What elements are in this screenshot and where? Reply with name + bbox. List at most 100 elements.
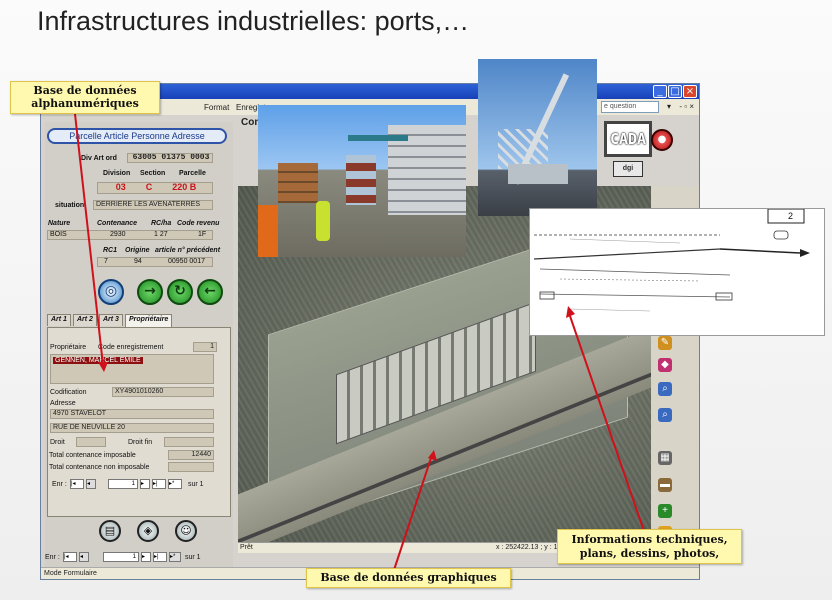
adresse-label: Adresse: [50, 400, 76, 407]
rc1-value: 7: [104, 258, 108, 265]
prev-record-button[interactable]: ◂: [86, 479, 96, 489]
pret-status: Prêt: [240, 544, 253, 551]
parcelle-label: Parcelle: [179, 170, 206, 177]
division-label: Division: [103, 170, 131, 177]
record-number-field[interactable]: 1: [108, 479, 138, 489]
owner-name[interactable]: GENNEN, MARCEL EMILE: [53, 357, 143, 364]
origine-label: Origine: [125, 247, 150, 254]
plan-sheet-number: 2: [788, 211, 794, 221]
first-form-record-button[interactable]: |◂: [63, 552, 77, 562]
close-button[interactable]: ×: [683, 85, 697, 98]
owner-list[interactable]: GENNEN, MARCEL EMILE: [50, 354, 214, 384]
last-record-button[interactable]: ▸|: [152, 479, 166, 489]
menu-window-controls[interactable]: - ▫ ×: [679, 102, 694, 111]
callout-technical-line2: plans, dessins, photos,: [579, 547, 720, 560]
nature-label: Nature: [48, 220, 71, 227]
proprietaire-panel: Propriétaire Code enregistrement 1 GENNE…: [47, 327, 231, 517]
new-form-record-button[interactable]: ▸*: [169, 552, 181, 562]
add-icon[interactable]: +: [658, 504, 672, 518]
code-enregistrement-label: Code enregistrement: [98, 344, 164, 351]
tab-art3[interactable]: Art 3: [99, 314, 123, 326]
callout-technical: Informations techniques, plans, dessins,…: [557, 529, 742, 564]
sub-tabs: Art 1 Art 2 Art 3 Propriétaire: [47, 314, 231, 328]
zoom-out-icon[interactable]: ⌕: [658, 408, 672, 422]
codification-field[interactable]: XY4901010260: [112, 387, 214, 397]
adresse-line1-field[interactable]: 4970 STAVELOT: [50, 409, 214, 419]
forward-arrow-icon[interactable]: →: [137, 279, 163, 305]
div-art-ord-label: Div Art ord: [81, 155, 117, 162]
globe-icon[interactable]: ◎: [98, 279, 124, 305]
technical-plan: 2: [529, 208, 825, 336]
nature-value: BOIS: [50, 231, 67, 238]
code-revenu-label: Code revenu: [177, 220, 220, 227]
zoom-icon[interactable]: ⌕: [658, 382, 672, 396]
code-enregistrement-field[interactable]: 1: [193, 342, 217, 352]
division-value: 03: [115, 182, 126, 192]
adresse-line2-field[interactable]: RUE DE NEUVILLE 20: [50, 423, 214, 433]
back-arrow-icon[interactable]: ←: [197, 279, 223, 305]
droit-fin-field[interactable]: [164, 437, 214, 447]
division-section-parcelle-field[interactable]: 03 C 220 B: [97, 182, 213, 194]
section-value: C: [145, 182, 153, 192]
tab-proprietaire[interactable]: Propriétaire: [125, 314, 173, 327]
rc-ha-value: 1 27: [154, 231, 168, 238]
origine-value: 94: [134, 258, 142, 265]
menu-format[interactable]: Format: [204, 103, 229, 112]
record-nav-tabs[interactable]: Parcelle Article Personne Adresse: [47, 128, 227, 144]
droit-field[interactable]: [76, 437, 106, 447]
droit-label: Droit: [50, 439, 65, 446]
callout-technical-line1: Informations techniques,: [571, 533, 728, 546]
form-record-number-field[interactable]: 1: [103, 552, 139, 562]
next-record-button[interactable]: ▸: [140, 479, 150, 489]
section-label: Section: [140, 170, 166, 177]
total-non-imposable-field[interactable]: [168, 462, 214, 472]
gantry-crane: [348, 135, 408, 141]
port-photo: [258, 105, 466, 257]
contenance-label: Contenance: [97, 220, 138, 227]
codification-label: Codification: [50, 389, 87, 396]
sur-label: sur 1: [188, 481, 204, 488]
article-precedent-label: article n° précédent: [155, 247, 221, 254]
layer-icon[interactable]: ▬: [658, 478, 672, 492]
crane-cabin: [508, 164, 568, 184]
tab-art2[interactable]: Art 2: [73, 314, 97, 326]
div-art-ord-field[interactable]: 63005 01375 0003: [127, 153, 213, 163]
code-revenu-value: 1F: [198, 231, 207, 238]
minimize-button[interactable]: _: [653, 85, 667, 98]
total-imposable-label: Total contenance imposable: [49, 452, 136, 459]
form-panel: Parcelle Article Personne Adresse Div Ar…: [45, 122, 233, 569]
rc1-row[interactable]: 7 94 00950 0017: [97, 257, 213, 267]
enr-label: Enr :: [52, 481, 67, 488]
layers-icon[interactable]: ◈: [137, 520, 159, 542]
total-non-imposable-label: Total contenance non imposable: [49, 464, 150, 471]
plan-drawing: [533, 209, 810, 312]
grid-icon[interactable]: ▦: [658, 451, 672, 465]
proprietaire-label: Propriétaire: [50, 344, 87, 351]
situation-field[interactable]: DERRIERE LES AVENATERRES: [93, 200, 213, 210]
rc1-label: RC1: [103, 247, 118, 254]
maximize-button[interactable]: □: [668, 85, 682, 98]
tab-art1[interactable]: Art 1: [47, 314, 71, 326]
chevron-down-icon[interactable]: ▾: [667, 102, 671, 111]
prev-form-record-button[interactable]: ◂: [79, 552, 89, 562]
person-icon[interactable]: ☺: [175, 520, 197, 542]
worker-figure-left: [258, 205, 278, 257]
refresh-icon[interactable]: ↻: [167, 279, 193, 305]
print-icon[interactable]: ▤: [99, 520, 121, 542]
callout-alphanumeric: Base de données alphanumériques: [10, 81, 160, 114]
article-precedent-value: 00950 0017: [168, 258, 205, 265]
first-record-button[interactable]: |◂: [70, 479, 84, 489]
contenance-value: 2930: [110, 231, 126, 238]
tool-icon-a[interactable]: ✎: [658, 336, 672, 350]
situation-label: situation: [55, 202, 85, 209]
next-form-record-button[interactable]: ▸: [141, 552, 151, 562]
coords-readout: x : 252422.13 ; y : 1: [496, 544, 558, 551]
tool-icon-b[interactable]: ◆: [658, 358, 672, 372]
ask-question-input[interactable]: e question: [601, 101, 659, 113]
total-imposable-field[interactable]: 12440: [168, 450, 214, 460]
crane-photo: [478, 59, 597, 216]
stop-icon[interactable]: ●: [651, 129, 673, 151]
new-record-button[interactable]: ▸*: [168, 479, 182, 489]
nature-row[interactable]: BOIS 2930 1 27 1F: [47, 230, 213, 240]
last-form-record-button[interactable]: ▸|: [153, 552, 167, 562]
